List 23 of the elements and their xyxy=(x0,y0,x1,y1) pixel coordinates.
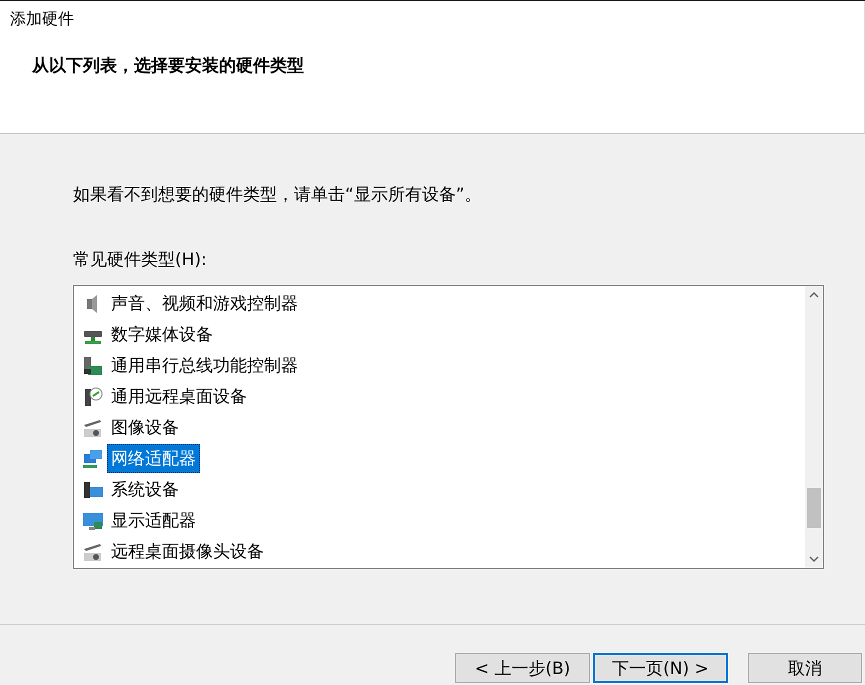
list-item[interactable]: 网络适配器 xyxy=(107,444,200,473)
dialog-button[interactable]: < 上一步(B) xyxy=(455,653,590,683)
scrollbar[interactable] xyxy=(805,286,823,568)
window-title: 添加硬件 xyxy=(10,9,75,30)
list-label: 常见硬件类型(H): xyxy=(73,249,208,271)
remote-desktop-icon xyxy=(82,386,104,408)
list-item[interactable]: 通用串行总线功能控制器 xyxy=(107,351,302,380)
list-item[interactable]: 数字媒体设备 xyxy=(107,320,217,349)
list-item[interactable]: 系统设备 xyxy=(107,475,183,504)
scrollbar-thumb[interactable] xyxy=(807,488,821,528)
hint-text: 如果看不到想要的硬件类型，请单击“显示所有设备”。 xyxy=(73,184,483,206)
list-item[interactable]: 显示适配器 xyxy=(107,506,200,535)
list-item[interactable]: 图像设备 xyxy=(107,413,183,442)
usb-device-icon xyxy=(82,354,104,376)
network-icon xyxy=(82,448,104,470)
scroll-up-icon[interactable] xyxy=(809,292,819,298)
scroll-down-icon[interactable] xyxy=(809,556,819,562)
page-heading: 从以下列表，选择要安装的硬件类型 xyxy=(32,55,305,77)
list-item[interactable]: 通用远程桌面设备 xyxy=(107,382,251,411)
dialog-button[interactable]: 取消 xyxy=(748,653,862,683)
list-item[interactable]: 声音、视频和游戏控制器 xyxy=(107,289,302,318)
list-item[interactable]: 远程桌面摄像头设备 xyxy=(107,537,268,566)
dialog-button[interactable]: 下一页(N) > xyxy=(593,653,728,683)
